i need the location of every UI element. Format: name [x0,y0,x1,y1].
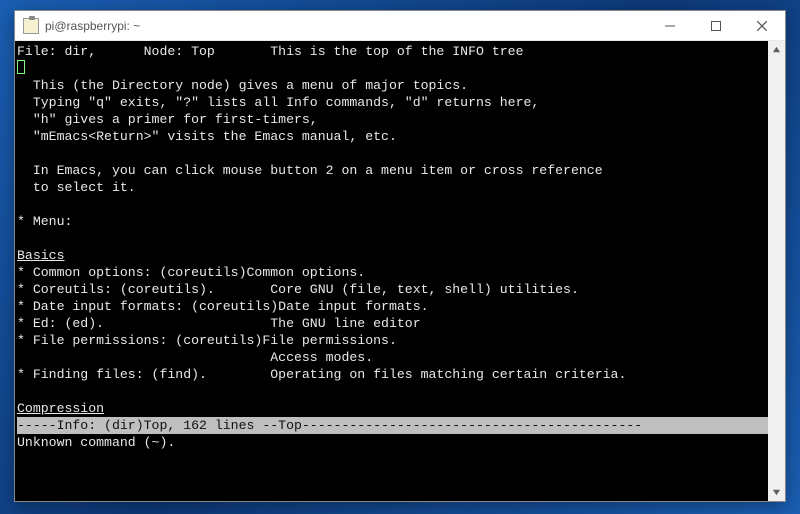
section-compression: Compression [17,401,104,416]
cursor [17,60,25,74]
titlebar[interactable]: pi@raspberrypi: ~ [15,11,785,41]
putty-icon [23,18,39,34]
info-status-line: -----Info: (dir)Top, 162 lines --Top----… [17,417,768,434]
menu-item: * Finding files: (find). Operating on fi… [17,367,626,382]
section-basics: Basics [17,248,64,263]
info-header: File: dir, Node: Top This is the top of … [17,44,523,59]
content-row: File: dir, Node: Top This is the top of … [15,41,785,501]
body-line: * Menu: [17,214,72,229]
putty-window: pi@raspberrypi: ~ File: dir, Node: Top T… [14,10,786,502]
scroll-track[interactable] [768,58,785,484]
body-line: In Emacs, you can click mouse button 2 o… [17,163,603,178]
body-line: This (the Directory node) gives a menu o… [17,78,468,93]
scrollbar[interactable] [768,41,785,501]
body-line: to select it. [17,180,136,195]
minimize-button[interactable] [647,11,693,40]
maximize-button[interactable] [693,11,739,40]
menu-item: * Date input formats: (coreutils)Date in… [17,299,429,314]
menu-item: * File permissions: (coreutils)File perm… [17,333,397,348]
window-title: pi@raspberrypi: ~ [45,19,647,33]
menu-item: * Common options: (coreutils)Common opti… [17,265,365,280]
menu-item: * Coreutils: (coreutils). Core GNU (file… [17,282,579,297]
window-controls [647,11,785,40]
body-line: Typing "q" exits, "?" lists all Info com… [17,95,539,110]
close-button[interactable] [739,11,785,40]
scroll-down-button[interactable] [768,484,785,501]
scroll-up-button[interactable] [768,41,785,58]
body-line: "h" gives a primer for first-timers, [17,112,318,127]
echo-line: Unknown command (~). [17,435,175,450]
menu-item: * Ed: (ed). The GNU line editor [17,316,421,331]
terminal[interactable]: File: dir, Node: Top This is the top of … [15,41,768,501]
menu-item: Access modes. [17,350,373,365]
body-line: "mEmacs<Return>" visits the Emacs manual… [17,129,397,144]
